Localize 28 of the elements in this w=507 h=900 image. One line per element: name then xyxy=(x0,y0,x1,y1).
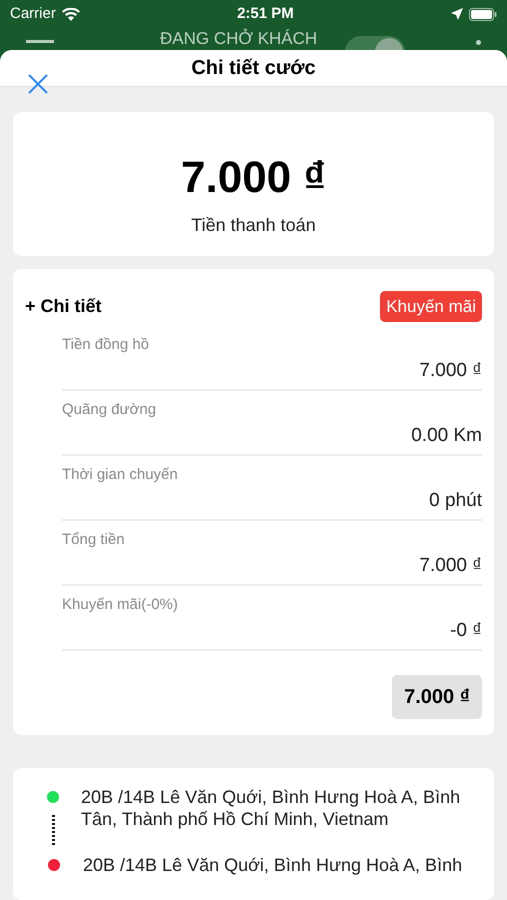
location-arrow-icon xyxy=(450,8,463,20)
detail-label: Tổng tiền xyxy=(62,531,126,549)
detail-label: Tiền đồng hồ xyxy=(62,336,150,354)
promo-badge[interactable]: Khuyến mãi xyxy=(380,290,482,322)
carrier-label: Carrier xyxy=(10,4,56,24)
total-amount: 7.000 ₫ xyxy=(392,675,482,719)
payment-label: Tiền thanh toán xyxy=(191,214,316,236)
route-address: 20B /14B Lê Văn Quới, Bình Hưng Hoà A, Bình Tân, Thành phố Hồ Chí Minh, Vietnam xyxy=(81,786,462,831)
wifi-icon xyxy=(62,8,80,20)
menu-icon[interactable] xyxy=(26,40,54,44)
detail-value: -0 ₫ xyxy=(450,619,482,643)
detail-value: 7.000 ₫ xyxy=(419,359,482,383)
detail-value: 7.000 ₫ xyxy=(419,554,482,578)
details-title[interactable]: + Chi tiết xyxy=(25,292,102,320)
sheet-title: Chi tiết cước xyxy=(191,56,316,81)
detail-label: Thời gian chuyến xyxy=(62,466,179,484)
route-address: 20B /14B Lê Văn Quới, Bình Hưng Hoà A, Bình xyxy=(83,854,462,877)
detail-label: Khuyến mãi(-0%) xyxy=(62,596,179,614)
payment-amount: 7.000 ₫ xyxy=(181,152,326,204)
battery-icon xyxy=(468,8,497,20)
detail-label: Quãng đường xyxy=(62,401,158,419)
status-time: 2:51 PM xyxy=(237,4,294,24)
more-icon[interactable] xyxy=(476,40,481,45)
header-title: ĐANG CHỞ KHÁCH xyxy=(160,29,318,49)
detail-value: 0 phút xyxy=(429,489,482,513)
close-button[interactable] xyxy=(26,72,50,96)
detail-value: 0.00 Km xyxy=(411,424,482,448)
dotted-connector xyxy=(52,815,54,847)
